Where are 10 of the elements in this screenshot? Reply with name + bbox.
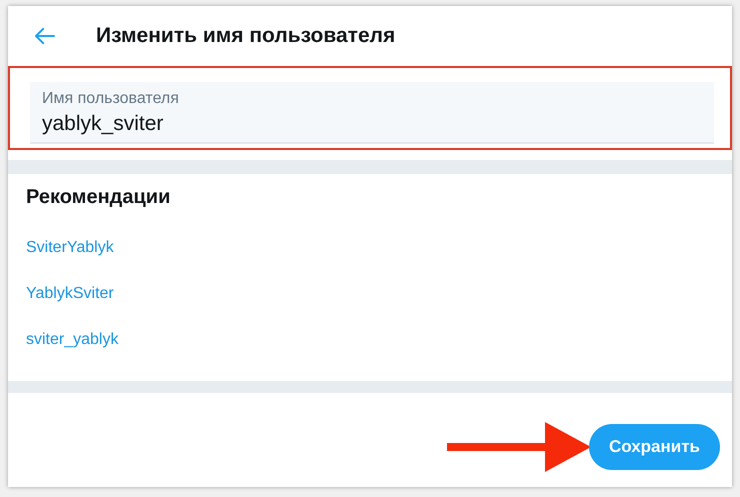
username-field[interactable]: Имя пользователя yablyk_sviter — [30, 82, 714, 144]
section-heading: Рекомендации — [26, 186, 172, 209]
field-label: Имя пользователя — [42, 90, 180, 108]
page-title: Изменить имя пользователя — [96, 24, 396, 48]
username-input[interactable]: yablyk_sviter — [42, 108, 702, 136]
suggestion-link[interactable]: YablykSviter — [26, 285, 114, 303]
back-arrow-icon[interactable] — [34, 27, 56, 45]
suggestion-link[interactable]: sviter_yablyk — [26, 331, 118, 349]
suggestion-link[interactable]: SviterYablyk — [26, 239, 114, 257]
save-button[interactable]: Сохранить — [588, 424, 720, 470]
